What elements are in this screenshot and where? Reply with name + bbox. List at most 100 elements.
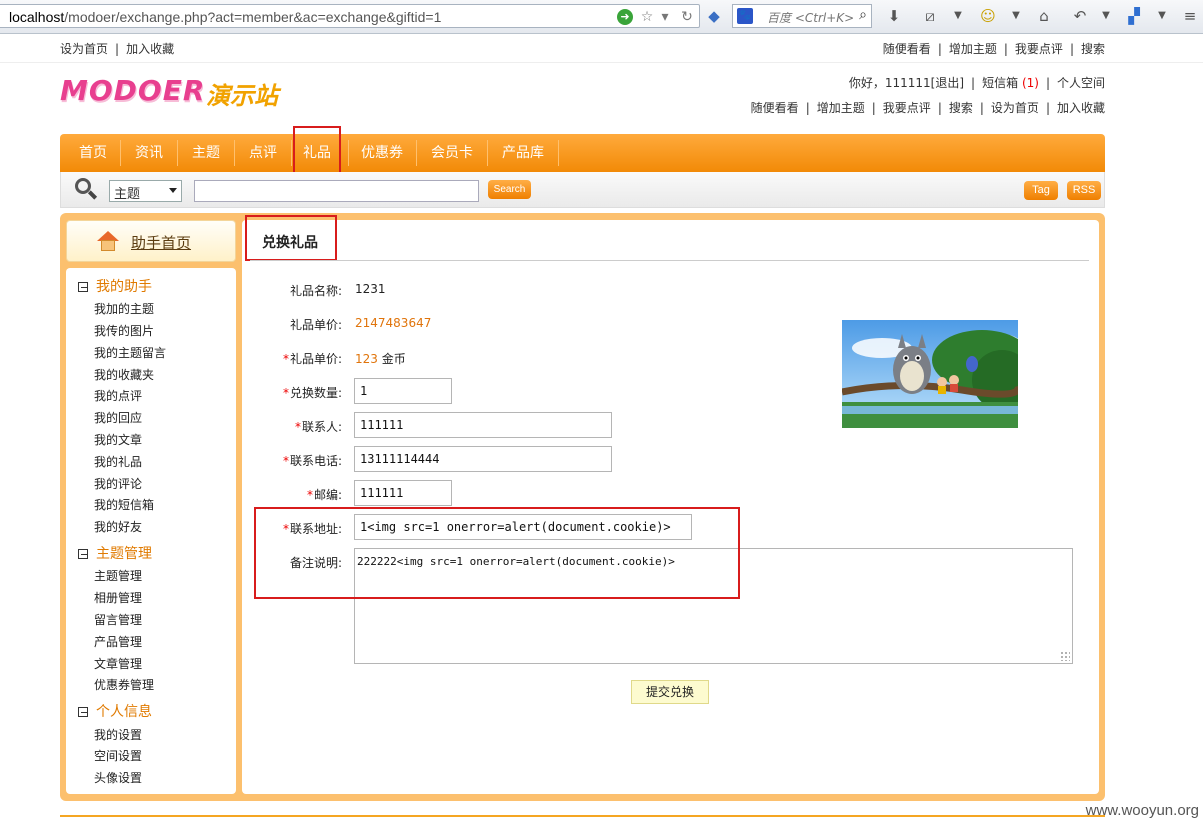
search-type-select[interactable]: 主题 (109, 180, 182, 202)
search-icon[interactable]: ⌕ (859, 7, 867, 23)
chevron-down-icon[interactable]: ▼ (1006, 6, 1026, 26)
sidebar-item[interactable]: 我的评论 (94, 475, 142, 492)
header-link-review[interactable]: 我要点评 (883, 101, 931, 115)
divider (250, 260, 1089, 261)
header-link-search[interactable]: 搜索 (949, 101, 973, 115)
sidebar-item[interactable]: 我的短信箱 (94, 496, 154, 513)
contact-input[interactable]: 111111 (354, 412, 612, 438)
sidebar-item[interactable]: 我的文章 (94, 431, 142, 448)
download-icon[interactable]: ⬇ (884, 6, 904, 26)
browser-search-box[interactable]: 🐾 百度 <Ctrl+K> ⌕ (732, 4, 872, 28)
menu-icon[interactable]: ≡ (1180, 6, 1200, 26)
sidebar-item[interactable]: 我的主题留言 (94, 344, 166, 361)
title-highlight (245, 215, 337, 261)
home-icon (97, 231, 119, 251)
home-icon[interactable]: ⌂ (1034, 6, 1054, 26)
group-subject-manage[interactable]: 主题管理 (78, 543, 152, 563)
group-my-assistant[interactable]: 我的助手 (78, 276, 152, 296)
header-link-add-subject[interactable]: 增加主题 (817, 101, 865, 115)
search-link[interactable]: 搜索 (1081, 42, 1105, 56)
qty-input[interactable]: 1 (354, 378, 452, 404)
chevron-down-icon[interactable]: ▼ (948, 6, 968, 26)
sidebar-item[interactable]: 我的礼品 (94, 453, 142, 470)
contact-label: *联系人: (294, 420, 342, 434)
bookmark-star-icon[interactable]: ☆ (639, 9, 655, 25)
review-link[interactable]: 我要点评 (1015, 42, 1063, 56)
sidebar-item[interactable]: 我加的主题 (94, 300, 154, 317)
submit-exchange-button[interactable]: 提交兑换 (631, 680, 709, 704)
coin-price-value: 123 金币 (355, 350, 406, 367)
nav-subject[interactable]: 主题 (180, 134, 232, 172)
sidebar-item[interactable]: 我的设置 (94, 726, 142, 743)
zip-input[interactable]: 111111 (354, 480, 452, 506)
logo-subtitle: 演示站 (206, 82, 278, 110)
logout-link[interactable]: [退出] (931, 76, 964, 90)
group-personal-info[interactable]: 个人信息 (78, 701, 152, 721)
nav-review[interactable]: 点评 (237, 134, 289, 172)
collapse-icon (78, 282, 88, 292)
unit-price-value: 2147483647 (355, 316, 432, 330)
random-link[interactable]: 随便看看 (883, 42, 931, 56)
sidebar-item[interactable]: 我的点评 (94, 387, 142, 404)
sidebar-item[interactable]: 优惠券管理 (94, 676, 154, 693)
resize-grip-icon[interactable] (1060, 651, 1070, 661)
gift-image (842, 320, 1018, 428)
sidebar-item[interactable]: 我传的图片 (94, 322, 154, 339)
qty-label-text: 兑换数量: (289, 386, 342, 400)
phone-input[interactable]: 13111114444 (354, 446, 612, 472)
site-logo[interactable]: MODOER 演示站 (60, 72, 290, 112)
dropdown-icon[interactable]: ▾ (657, 9, 673, 25)
header-link-favorite[interactable]: 加入收藏 (1057, 101, 1105, 115)
screenshot-icon[interactable]: ⧄ (920, 6, 940, 26)
totoro-image (842, 320, 1018, 428)
add-subject-link[interactable]: 增加主题 (949, 42, 997, 56)
emoji-icon[interactable]: ☺ (978, 6, 998, 26)
search-engine-icon[interactable]: 🐾 (737, 8, 753, 24)
inbox-count: (1) (1021, 76, 1039, 90)
sidebar-item[interactable]: 空间设置 (94, 747, 142, 764)
search-button[interactable]: Search (488, 180, 531, 199)
nav-coupon[interactable]: 优惠券 (350, 134, 414, 172)
zip-label-text: 邮编: (313, 488, 342, 502)
apps-icon[interactable]: ▞ (1124, 6, 1144, 26)
personal-space-link[interactable]: 个人空间 (1057, 76, 1105, 90)
set-homepage-link[interactable]: 设为首页 (60, 42, 108, 56)
sidebar-item[interactable]: 头像设置 (94, 769, 142, 786)
chevron-down-icon[interactable]: ▼ (1152, 6, 1172, 26)
nav-products[interactable]: 产品库 (490, 134, 556, 172)
coin-amount: 123 (355, 352, 378, 366)
sidebar-item[interactable]: 主题管理 (94, 567, 142, 584)
zip-label: *邮编: (306, 488, 342, 502)
top-bar: 设为首页 | 加入收藏 随便看看 | 增加主题 | 我要点评 | 搜索 (60, 42, 1105, 56)
tag-button[interactable]: Tag (1024, 181, 1058, 200)
undo-icon[interactable]: ↶ (1070, 6, 1090, 26)
chevron-down-icon[interactable]: ▼ (1096, 6, 1116, 26)
sidebar-item[interactable]: 我的好友 (94, 518, 142, 535)
sidebar: 我的助手 我加的主题 我传的图片 我的主题留言 我的收藏夹 我的点评 我的回应 … (66, 268, 236, 794)
sidebar-item[interactable]: 我的收藏夹 (94, 366, 154, 383)
sidebar-item[interactable]: 相册管理 (94, 589, 142, 606)
sidebar-item[interactable]: 文章管理 (94, 655, 142, 672)
header-link-random[interactable]: 随便看看 (751, 101, 799, 115)
add-favorite-link[interactable]: 加入收藏 (126, 42, 174, 56)
username[interactable]: 111111 (885, 76, 931, 90)
header-link-set-homepage[interactable]: 设为首页 (991, 101, 1039, 115)
addon-icon[interactable]: ◆ (704, 6, 724, 26)
nav-member-card[interactable]: 会员卡 (419, 134, 485, 172)
greeting: 你好， (848, 76, 885, 90)
sidebar-item[interactable]: 留言管理 (94, 611, 142, 628)
sidebar-item[interactable]: 产品管理 (94, 633, 142, 650)
rss-button[interactable]: RSS (1067, 181, 1101, 200)
nav-home[interactable]: 首页 (68, 134, 118, 172)
assistant-home[interactable]: 助手首页 (66, 220, 236, 262)
coin-price-label: *礼品单价: (282, 352, 342, 366)
sidebar-item[interactable]: 我的回应 (94, 409, 142, 426)
address-bar[interactable]: localhost/modoer/exchange.php?act=member… (0, 4, 700, 28)
site-search-input[interactable] (194, 180, 479, 202)
coin-unit: 金币 (381, 352, 406, 366)
nav-news[interactable]: 资讯 (123, 134, 175, 172)
reload-icon[interactable]: ↻ (679, 9, 695, 25)
inbox-link[interactable]: 短信箱 (982, 76, 1018, 90)
go-icon[interactable]: ➜ (617, 9, 633, 25)
exchange-form-panel: 兑换礼品 礼品名称: 1231 礼品单价: 2147483647 *礼品单价: … (242, 215, 1099, 794)
